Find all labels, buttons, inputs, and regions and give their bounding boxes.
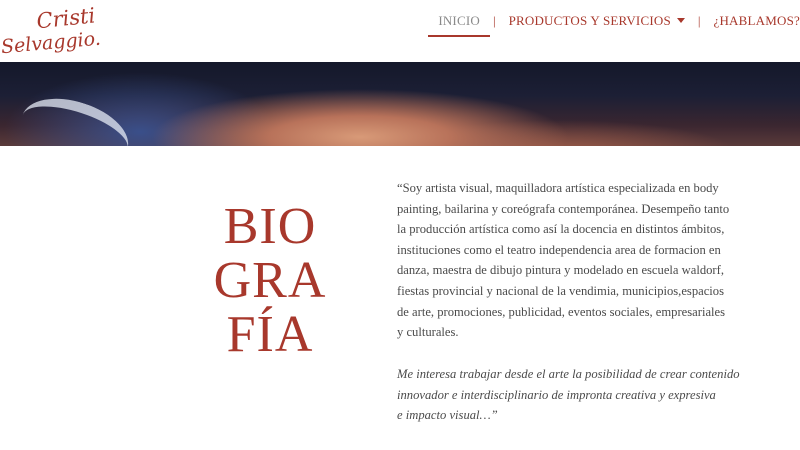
hero-banner-image	[0, 62, 800, 146]
brand-logo[interactable]: Cristi Selvaggio.	[0, 4, 110, 58]
paragraph-line: fiestas provincial y nacional de la vend…	[397, 283, 724, 298]
nav-separator: |	[697, 13, 701, 28]
biography-heading: BIO GRA FÍA	[190, 200, 350, 362]
logo-text-last: Selvaggio.	[0, 28, 101, 58]
quote-line: e impacto visual…”	[397, 408, 498, 422]
paragraph-line: painting, bailarina y coreógrafa contemp…	[397, 201, 730, 216]
heading-line: BIO	[223, 198, 317, 255]
paragraph-line: y culturales.	[397, 325, 459, 340]
paragraph-line: la producción artística como así la doce…	[397, 222, 725, 237]
biography-paragraph: “Soy artista visual, maquilladora artíst…	[397, 178, 742, 343]
main-nav: INICIO | PRODUCTOS Y SERVICIOS | ¿HABLAM…	[428, 0, 800, 42]
paragraph-line: “Soy artista visual, maquilladora artíst…	[397, 181, 719, 195]
quote-line: innovador e interdisciplinario de impron…	[397, 387, 716, 402]
quote-line: Me interesa trabajar desde el arte la po…	[397, 367, 740, 381]
site-header: Cristi Selvaggio. INICIO | PRODUCTOS Y S…	[0, 0, 800, 62]
nav-separator: |	[492, 13, 496, 28]
nav-item-inicio[interactable]: INICIO	[428, 13, 490, 37]
paragraph-line: de arte, promociones, publicidad, evento…	[397, 304, 726, 319]
nav-item-hablamos[interactable]: ¿HABLAMOS?	[714, 13, 800, 29]
paragraph-line: instituciones como el teatro independenc…	[397, 242, 721, 257]
heading-line: FÍA	[226, 306, 314, 363]
heading-line: GRA	[213, 252, 327, 309]
nav-item-label: PRODUCTOS Y SERVICIOS	[508, 13, 671, 28]
chevron-down-icon	[676, 18, 685, 23]
nav-item-productos-y-servicios[interactable]: PRODUCTOS Y SERVICIOS	[509, 13, 685, 29]
banner-feather-detail	[13, 86, 137, 146]
paragraph-line: danza, maestra de dibujo pintura y model…	[397, 263, 724, 278]
biography-quote: Me interesa trabajar desde el arte la po…	[397, 364, 742, 426]
